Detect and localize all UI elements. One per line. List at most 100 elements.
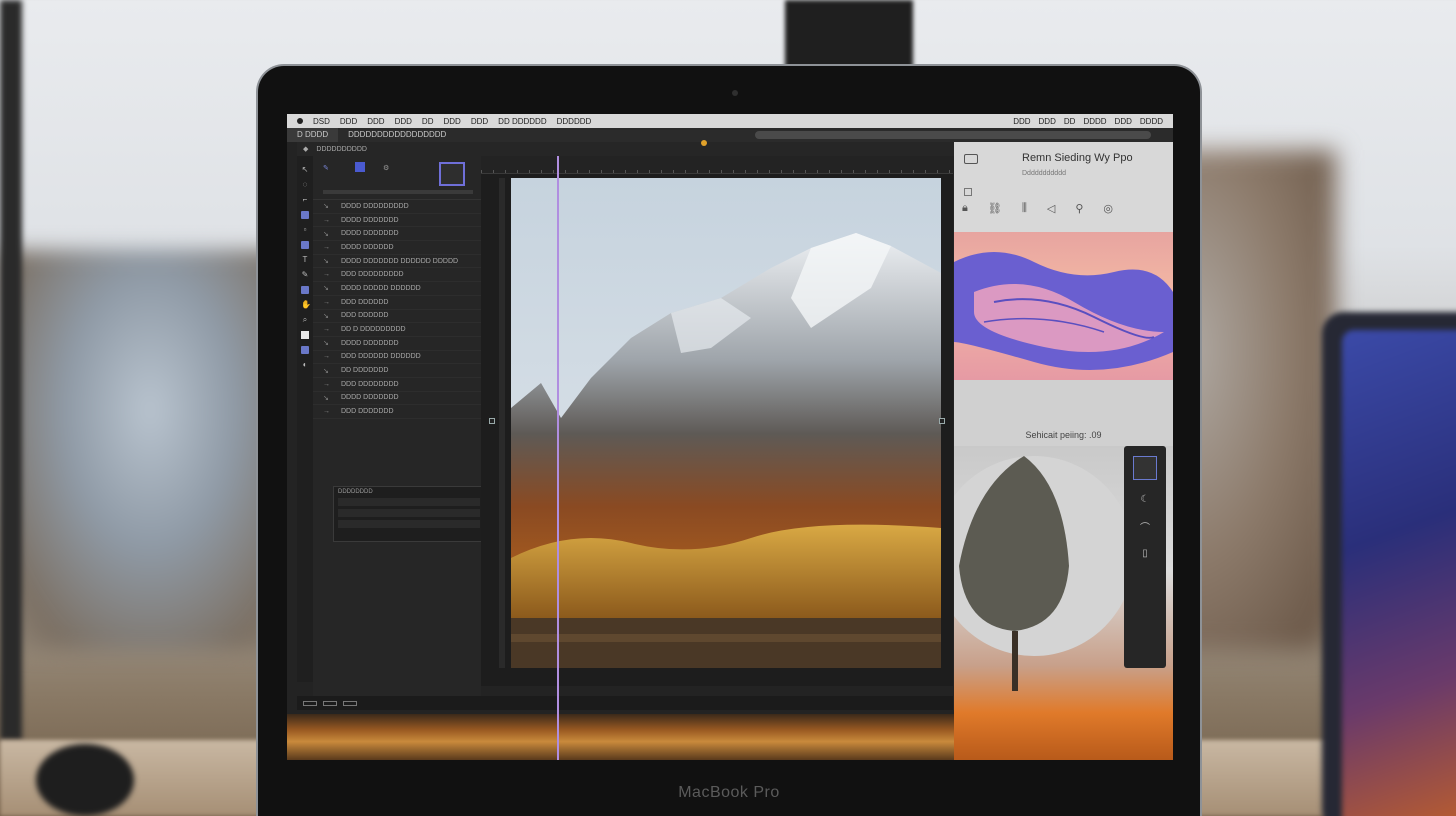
layer-visibility-icon[interactable]: →: [323, 217, 333, 224]
layer-row[interactable]: ↘ DD DDDDDDD: [313, 364, 481, 378]
menu-item[interactable]: DDD: [340, 117, 357, 126]
foreground-color-swatch[interactable]: [301, 331, 309, 339]
trash-icon[interactable]: ▯: [1142, 548, 1148, 559]
menu-item[interactable]: DSD: [313, 117, 330, 126]
status-item[interactable]: DDDD: [1083, 117, 1106, 126]
search-field[interactable]: [755, 131, 1151, 139]
crop-tool-icon[interactable]: ⌐: [301, 196, 309, 204]
status-item[interactable]: DDD: [1013, 117, 1030, 126]
ruler-marker[interactable]: [701, 140, 707, 146]
settings-icon[interactable]: ⚙: [383, 164, 389, 172]
layer-row[interactable]: → DDD DDDDDDD: [313, 405, 481, 419]
layers-slider[interactable]: [323, 190, 473, 194]
layer-visibility-icon[interactable]: →: [323, 353, 333, 360]
mountain-photo[interactable]: [511, 178, 941, 668]
floating-tool-strip: ☾ ⌒ ▯: [1124, 446, 1166, 668]
layer-visibility-icon[interactable]: →: [323, 299, 333, 306]
layer-visibility-icon[interactable]: ↘: [323, 202, 333, 210]
menu-item[interactable]: DDD: [471, 117, 488, 126]
layer-visibility-icon[interactable]: ↘: [323, 284, 333, 292]
layer-visibility-icon[interactable]: →: [323, 271, 333, 278]
mask-tool-icon[interactable]: ◐: [301, 361, 309, 369]
link-icon[interactable]: ⛓: [988, 202, 1002, 215]
layer-color-icon[interactable]: [355, 162, 365, 172]
layer-visibility-icon[interactable]: →: [323, 381, 333, 388]
layer-visibility-icon[interactable]: →: [323, 408, 333, 415]
layer-visibility-icon[interactable]: →: [323, 244, 333, 251]
eraser-tool-icon[interactable]: ▫: [301, 226, 309, 234]
layer-visibility-icon[interactable]: →: [323, 326, 333, 333]
transform-handle-right[interactable]: [939, 418, 945, 424]
subpanel-row[interactable]: [338, 509, 480, 517]
chart-tool-icon[interactable]: [1133, 456, 1157, 480]
abstract-graphic-preview[interactable]: [954, 232, 1173, 380]
pen-tool-icon[interactable]: ✎: [301, 271, 309, 279]
lasso-tool-icon[interactable]: ◌: [301, 181, 309, 189]
subpanel-row[interactable]: [338, 498, 480, 506]
menu-item[interactable]: DDD: [395, 117, 412, 126]
layer-row[interactable]: ↘ DDD DDDDDD: [313, 310, 481, 324]
status-icon[interactable]: [323, 700, 337, 706]
options-icon[interactable]: ◆: [303, 145, 308, 153]
adjust-icon[interactable]: ⚲: [1075, 202, 1083, 215]
layer-visibility-icon[interactable]: ↘: [323, 257, 333, 265]
tab-document[interactable]: D DDDD: [287, 128, 339, 142]
layer-visibility-icon[interactable]: ↘: [323, 339, 333, 347]
status-item[interactable]: DD: [1064, 117, 1076, 126]
checkbox[interactable]: [964, 188, 972, 196]
transform-handle-left[interactable]: [489, 418, 495, 424]
background-color-swatch[interactable]: [301, 346, 309, 354]
layer-visibility-icon[interactable]: ↘: [323, 312, 333, 320]
tab-document-2[interactable]: DDDDDDDDDDDDDDDDD: [338, 128, 456, 142]
layer-visibility-icon[interactable]: ↘: [323, 367, 333, 375]
layer-row[interactable]: → DDDD DDDDDDD: [313, 214, 481, 228]
text-tool-icon[interactable]: T: [301, 256, 309, 264]
layer-row[interactable]: ↘ DDDD DDDDDDD DDDDDD DDDDD: [313, 255, 481, 269]
layer-visibility-icon[interactable]: ↘: [323, 230, 333, 238]
menu-item[interactable]: DD: [422, 117, 434, 126]
lock-icon[interactable]: 🔒︎: [962, 202, 968, 215]
menu-item[interactable]: DDD: [367, 117, 384, 126]
layer-row[interactable]: ↘ DDDD DDDDDDDDD: [313, 200, 481, 214]
status-item[interactable]: DDD: [1039, 117, 1056, 126]
layer-row[interactable]: → DD D DDDDDDDDD: [313, 323, 481, 337]
zoom-tool-icon[interactable]: ⌕: [301, 316, 309, 324]
move-tool-icon[interactable]: ↖: [301, 166, 309, 174]
layer-row[interactable]: → DDDD DDDDDD: [313, 241, 481, 255]
horizontal-ruler[interactable]: [481, 140, 953, 174]
columns-icon[interactable]: ⫼: [1022, 202, 1027, 215]
brush-icon[interactable]: ⌒: [1140, 519, 1150, 534]
globe-icon[interactable]: ◎: [1103, 202, 1113, 215]
window-icon[interactable]: [964, 154, 978, 164]
layer-row[interactable]: ↘ DDDD DDDDDDD: [313, 227, 481, 242]
layer-visibility-icon[interactable]: ↘: [323, 394, 333, 402]
right-panel-title[interactable]: Remn Sieding Wy Ppo: [1022, 152, 1133, 164]
brush-tool-icon[interactable]: [301, 211, 309, 219]
hand-tool-icon[interactable]: ✋: [301, 301, 311, 309]
status-item[interactable]: DDD: [1115, 117, 1132, 126]
pen-icon[interactable]: ✎: [323, 164, 329, 172]
menu-item[interactable]: DDD: [443, 117, 460, 126]
layer-row[interactable]: → DDD DDDDDD DDDDDD: [313, 351, 481, 365]
moon-icon[interactable]: ☾: [1141, 494, 1150, 505]
clone-tool-icon[interactable]: [301, 241, 309, 249]
layer-row[interactable]: ↘ DDDD DDDDD DDDDDD: [313, 282, 481, 296]
layer-row[interactable]: ↘ DDDD DDDDDDD: [313, 337, 481, 351]
layer-row[interactable]: → DDD DDDDDD: [313, 296, 481, 310]
layer-row[interactable]: ↘ DDDD DDDDDDD: [313, 392, 481, 406]
tree-image-preview[interactable]: ☾ ⌒ ▯: [954, 446, 1173, 760]
shape-tool-icon[interactable]: [301, 286, 309, 294]
apple-icon[interactable]: [297, 118, 303, 124]
vertical-scrollbar[interactable]: [499, 178, 505, 668]
flip-icon[interactable]: ◁: [1047, 202, 1055, 215]
menu-item[interactable]: DDDDDD: [557, 117, 592, 126]
status-icon[interactable]: [303, 700, 317, 706]
vertical-guide-line[interactable]: [557, 156, 559, 760]
selected-layer-thumbnail[interactable]: [439, 162, 465, 186]
menu-item[interactable]: DD DDDDDD: [498, 117, 546, 126]
layer-row[interactable]: → DDD DDDDDDDDD: [313, 268, 481, 283]
status-item[interactable]: DDDD: [1140, 117, 1163, 126]
status-icon[interactable]: [343, 700, 357, 706]
layer-row[interactable]: → DDD DDDDDDDD: [313, 378, 481, 392]
subpanel-row[interactable]: [338, 520, 480, 528]
